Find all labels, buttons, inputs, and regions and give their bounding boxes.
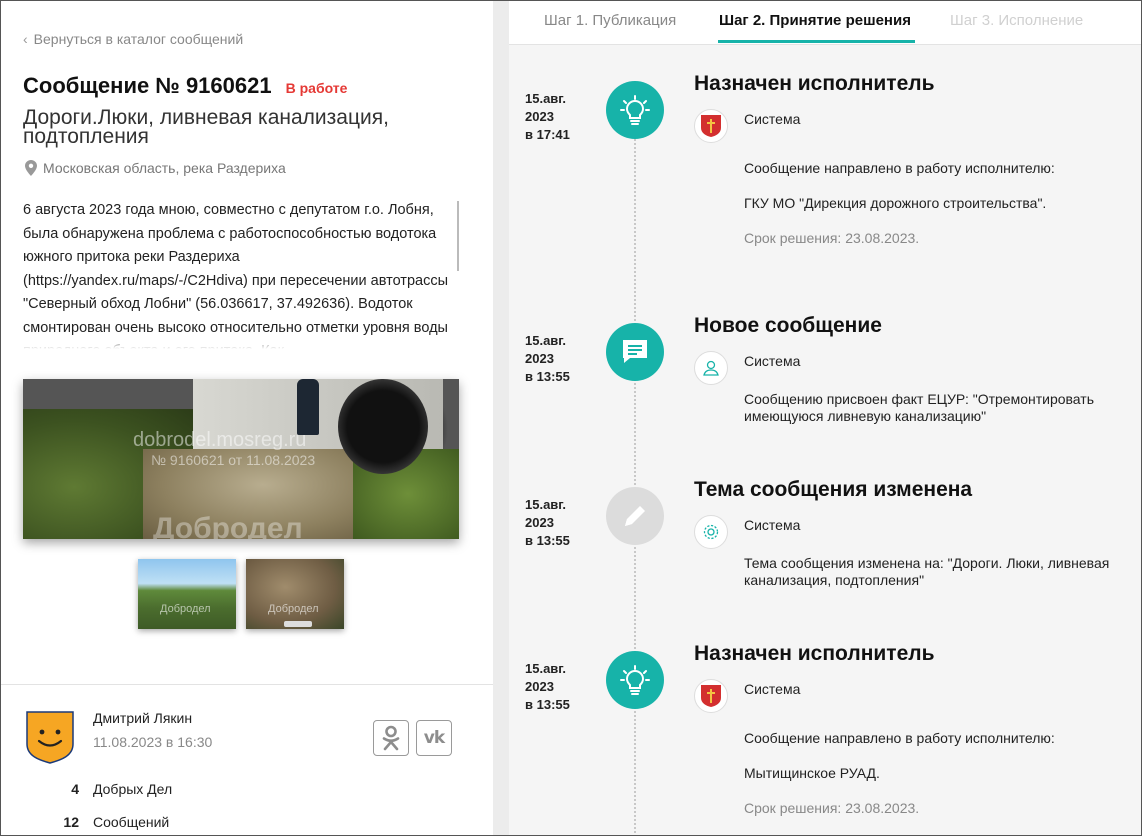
event-text: Тема сообщения изменена на: "Дороги. Люк… — [744, 555, 1110, 588]
lightbulb-icon — [620, 665, 650, 695]
event-title: Назначен исполнитель — [694, 72, 935, 95]
event-text: Сообщение направлено в работу исполнител… — [744, 160, 1055, 176]
step-tabs: Шаг 1. Публикация Шаг 2. Принятие решени… — [509, 1, 1141, 45]
event-source-name: Система — [744, 517, 801, 533]
timeline-panel: Шаг 1. Публикация Шаг 2. Принятие решени… — [509, 1, 1141, 835]
stat-count: 12 — [63, 814, 79, 830]
coat-of-arms-icon — [701, 115, 721, 137]
stat-label: Добрых Дел — [93, 781, 173, 797]
location-text: Московская область, река Раздериха — [43, 160, 286, 176]
thumbnail-watermark: Добродел — [160, 603, 211, 615]
stat-count: 4 — [71, 781, 79, 797]
author-stat-good-deeds: 4 Добрых Дел — [43, 781, 172, 797]
event-date: 15.авг. 2023 в 17:41 — [525, 91, 570, 142]
event-date: 15.авг. 2023 в 13:55 — [525, 333, 570, 384]
photo-thumbnail[interactable]: Добродел — [246, 559, 344, 629]
tab-step-2[interactable]: Шаг 2. Принятие решения — [719, 12, 911, 29]
divider — [1, 684, 493, 685]
gear-icon — [703, 524, 719, 540]
event-marker — [606, 81, 664, 139]
page-frame: ‹ Вернуться в каталог сообщений Сообщени… — [0, 0, 1142, 836]
event-title: Тема сообщения изменена — [694, 478, 973, 501]
coat-of-arms-icon — [701, 685, 721, 707]
lightbulb-icon — [620, 95, 650, 125]
message-title: Сообщение № 9160621 — [23, 73, 272, 98]
event-source-name: Система — [744, 353, 801, 369]
location-pin-icon — [25, 160, 37, 176]
message-icon — [623, 340, 647, 363]
event-source-avatar — [694, 515, 728, 549]
event-source-avatar — [694, 351, 728, 385]
event-source-avatar — [694, 109, 728, 143]
photo-watermark-brand: Добродел — [153, 512, 303, 539]
message-category: Дороги.Люки, ливневая канализация, подто… — [23, 106, 389, 148]
event-marker — [606, 487, 664, 545]
back-link-label: Вернуться в каталог сообщений — [33, 31, 244, 47]
stat-label: Сообщений — [93, 814, 170, 830]
message-description: 6 августа 2023 года мною, совместно с де… — [23, 202, 449, 349]
author-date: 11.08.2023 в 16:30 — [93, 734, 213, 750]
tab-step-3: Шаг 3. Исполнение — [950, 12, 1084, 29]
author-avatar[interactable] — [25, 710, 75, 764]
event-title: Новое сообщение — [694, 314, 882, 337]
event-deadline: Срок решения: 23.08.2023. — [744, 230, 920, 246]
video-progress-bar — [284, 621, 312, 627]
author-name[interactable]: Дмитрий Лякин — [93, 710, 192, 726]
pencil-icon — [625, 506, 645, 526]
event-text: Сообщению присвоен факт ЕЦУР: "Отремонти… — [744, 391, 1094, 424]
odnoklassniki-share-button[interactable] — [373, 720, 409, 756]
odnoklassniki-icon — [382, 725, 400, 751]
event-executor: Мытищинское РУАД. — [744, 765, 880, 781]
event-date: 15.авг. 2023 в 13:55 — [525, 497, 570, 548]
description-fade — [23, 335, 459, 349]
message-header: Сообщение № 9160621 В работе — [23, 73, 347, 99]
active-tab-indicator — [718, 40, 915, 43]
thumbnail-watermark: Добродел — [268, 603, 319, 615]
vk-icon: vk — [423, 728, 445, 748]
description-container[interactable]: 6 августа 2023 года мною, совместно с де… — [23, 199, 459, 349]
event-marker — [606, 651, 664, 709]
event-deadline: Срок решения: 23.08.2023. — [744, 800, 920, 816]
event-date: 15.авг. 2023 в 13:55 — [525, 661, 570, 712]
event-marker — [606, 323, 664, 381]
photo-watermark-site: dobrodel.mosreg.ru — [133, 429, 307, 451]
event-source-name: Система — [744, 681, 801, 697]
main-photo[interactable]: dobrodel.mosreg.ru № 9160621 от 11.08.20… — [23, 379, 459, 539]
status-badge: В работе — [285, 80, 348, 96]
vk-share-button[interactable]: vk — [416, 720, 452, 756]
timeline-line — [634, 111, 636, 835]
panel-separator — [493, 1, 509, 835]
description-scrollbar[interactable] — [457, 201, 459, 271]
tab-step-1[interactable]: Шаг 1. Публикация — [544, 12, 676, 29]
event-text: Сообщение направлено в работу исполнител… — [744, 730, 1055, 746]
event-executor: ГКУ МО "Дирекция дорожного строительства… — [744, 195, 1047, 211]
photo-thumbnail[interactable]: Добродел — [138, 559, 236, 629]
message-location: Московская область, река Раздериха — [25, 160, 286, 176]
event-source-avatar — [694, 679, 728, 713]
user-icon — [703, 360, 719, 376]
back-to-catalog-link[interactable]: ‹ Вернуться в каталог сообщений — [23, 31, 243, 47]
message-panel: ‹ Вернуться в каталог сообщений Сообщени… — [1, 1, 493, 835]
chevron-left-icon: ‹ — [23, 31, 28, 47]
author-stat-messages: 12 Сообщений — [43, 814, 169, 830]
event-title: Назначен исполнитель — [694, 642, 935, 665]
event-source-name: Система — [744, 111, 801, 127]
photo-watermark-id: № 9160621 от 11.08.2023 — [151, 452, 316, 468]
